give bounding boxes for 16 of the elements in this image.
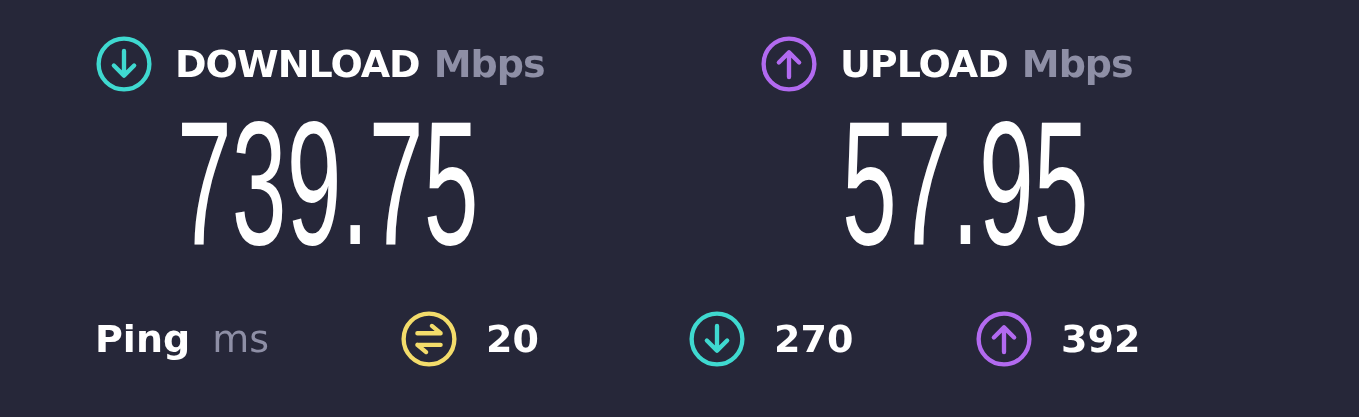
upload-icon	[760, 35, 818, 93]
unit-label: Mbps	[433, 42, 545, 86]
stat-value: 270	[774, 317, 854, 361]
unit-label: ms	[212, 317, 269, 361]
result-label: UPLOAD	[840, 42, 1008, 86]
ping-label: Ping	[95, 317, 191, 361]
ping-icon	[400, 310, 458, 368]
speed-value: 57.95	[842, 93, 1089, 273]
unit-label: Mbps	[1021, 42, 1133, 86]
download-icon	[688, 310, 746, 368]
upload-icon	[975, 310, 1033, 368]
stat-value: 392	[1061, 317, 1141, 361]
result-label: DOWNLOAD	[175, 42, 420, 86]
download-icon	[95, 35, 153, 93]
stat-value: 20	[486, 317, 539, 361]
speed-value: 739.75	[177, 93, 479, 273]
